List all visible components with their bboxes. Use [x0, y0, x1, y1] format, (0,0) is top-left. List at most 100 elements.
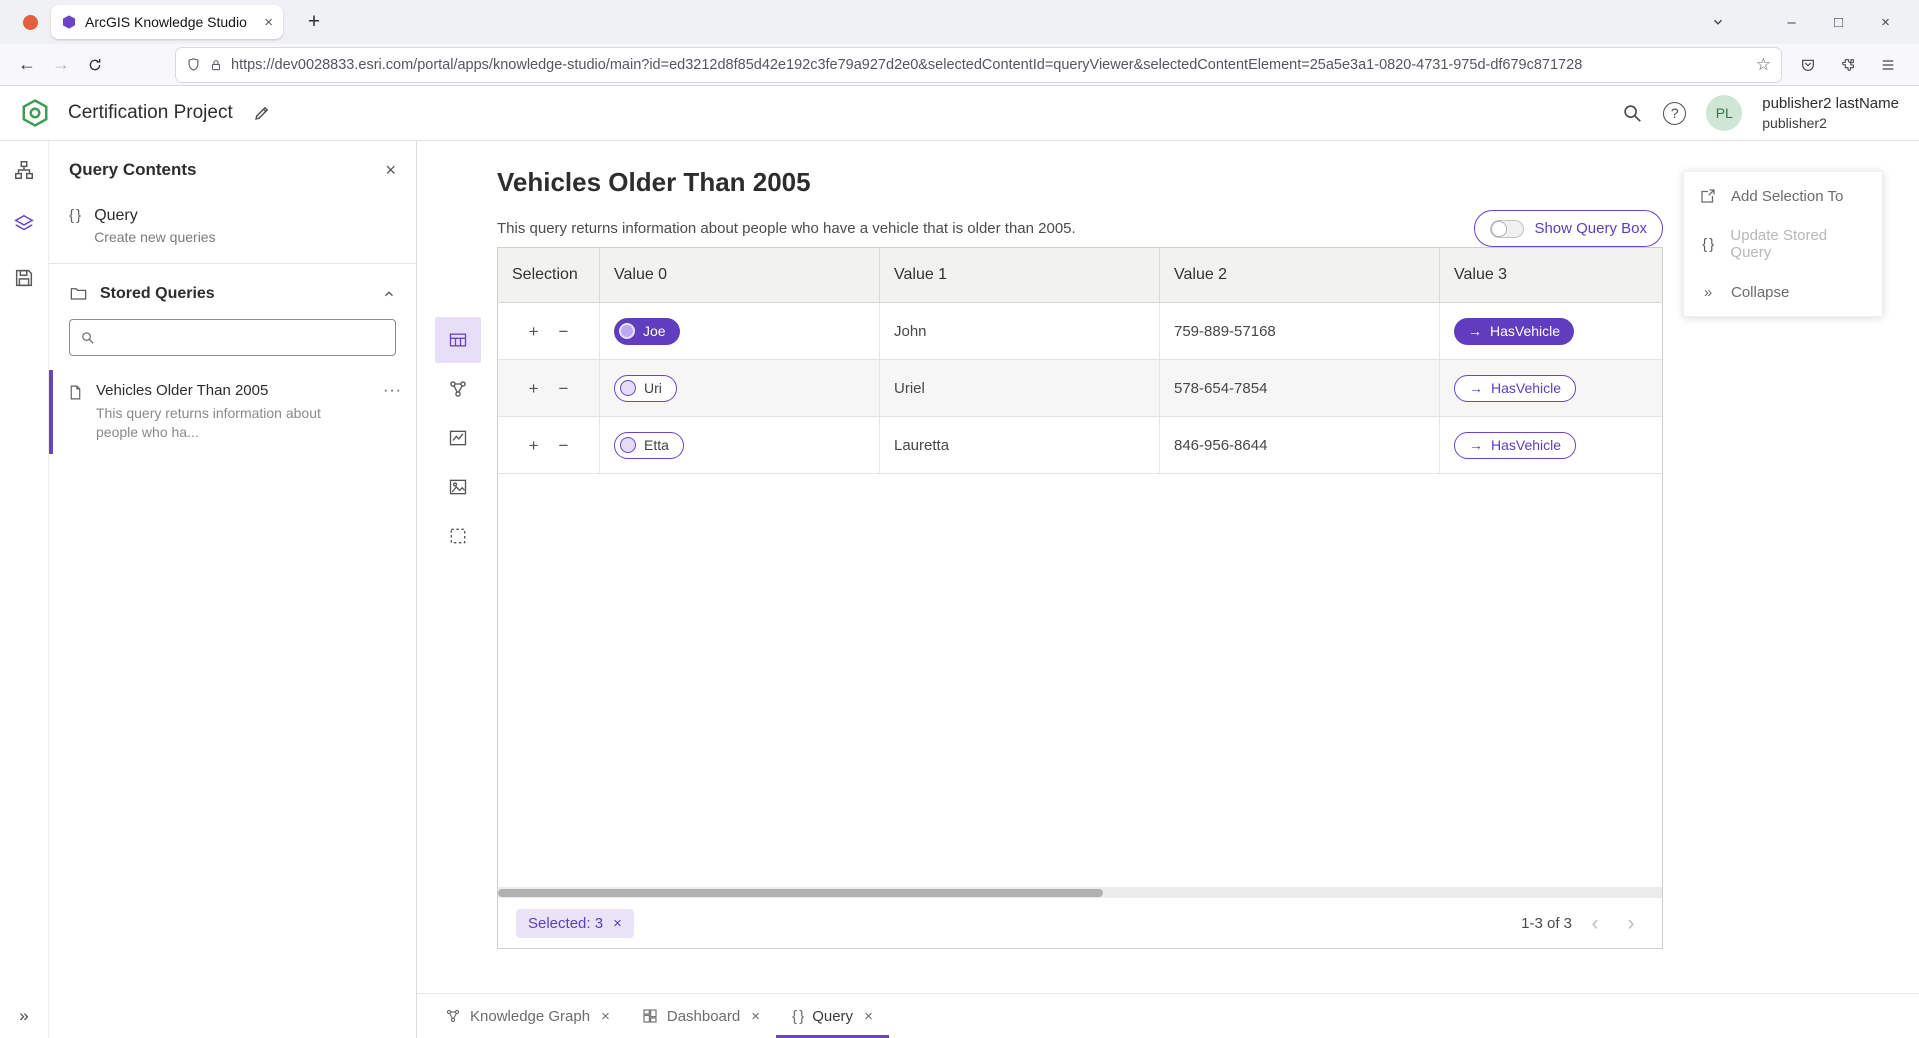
new-tab-button[interactable]: +: [299, 10, 329, 34]
tab-favicon-icon: [61, 14, 77, 30]
relationship-label: HasVehicle: [1491, 437, 1561, 453]
avatar[interactable]: PL: [1706, 95, 1742, 131]
panel-title: Query Contents: [69, 160, 385, 180]
firefox-view-icon[interactable]: [23, 15, 38, 30]
tab-knowledge-graph[interactable]: Knowledge Graph ×: [429, 994, 626, 1038]
add-selection-icon[interactable]: +: [529, 437, 539, 454]
braces-icon: { }: [1698, 236, 1717, 253]
entity-pill[interactable]: Uri: [614, 375, 677, 402]
column-header[interactable]: Value 3: [1440, 248, 1662, 302]
link-chart-icon[interactable]: [435, 366, 481, 412]
browser-tab-active[interactable]: ArcGIS Knowledge Studio ×: [51, 5, 283, 39]
extensions-icon[interactable]: [1831, 48, 1865, 82]
chevron-up-icon[interactable]: [382, 287, 396, 301]
new-query-text: Query Create new queries: [94, 207, 215, 245]
entity-pill[interactable]: Etta: [614, 432, 684, 459]
more-options-icon[interactable]: ···: [383, 382, 402, 400]
arrow-right-icon: →: [1468, 323, 1482, 339]
edit-title-button[interactable]: [253, 104, 271, 122]
tab-close-icon[interactable]: ×: [751, 1008, 760, 1025]
relationship-label: HasVehicle: [1491, 380, 1561, 396]
scrollbar-thumb[interactable]: [498, 889, 1103, 897]
tab-dashboard[interactable]: Dashboard ×: [626, 994, 776, 1038]
next-page-icon[interactable]: ›: [1618, 913, 1644, 934]
tab-close-icon[interactable]: ×: [864, 1008, 873, 1025]
relationship-pill[interactable]: →HasVehicle: [1454, 318, 1574, 345]
stored-queries-header[interactable]: Stored Queries: [49, 264, 416, 313]
previous-page-icon[interactable]: ‹: [1582, 913, 1608, 934]
value-cell: Lauretta: [880, 417, 1160, 473]
show-query-box-toggle[interactable]: Show Query Box: [1474, 210, 1663, 247]
chart-view-icon[interactable]: [435, 415, 481, 461]
remove-selection-icon[interactable]: −: [559, 323, 569, 340]
forward-button[interactable]: →: [44, 48, 78, 82]
data-model-icon[interactable]: [9, 155, 39, 185]
horizontal-scrollbar[interactable]: [498, 887, 1662, 898]
save-icon[interactable]: [9, 263, 39, 293]
tab-close-icon[interactable]: ×: [264, 14, 273, 31]
bookmark-star-icon[interactable]: ☆: [1756, 55, 1771, 75]
menu-item-collapse[interactable]: » Collapse: [1684, 268, 1882, 316]
value-cell: John: [880, 303, 1160, 359]
user-block[interactable]: publisher2 lastName publisher2: [1762, 94, 1899, 132]
column-header[interactable]: Value 1: [880, 248, 1160, 302]
column-header[interactable]: Selection: [498, 248, 600, 302]
relationship-pill[interactable]: → HasVehicle: [1454, 432, 1576, 459]
entity-pill[interactable]: Joe: [614, 318, 680, 345]
minimize-button[interactable]: –: [1768, 0, 1815, 44]
remove-selection-icon[interactable]: −: [559, 380, 569, 397]
column-header[interactable]: Value 0: [600, 248, 880, 302]
menu-item-label: Add Selection To: [1731, 188, 1843, 205]
window-close-button[interactable]: ×: [1862, 0, 1909, 44]
url-text[interactable]: https://dev0028833.esri.com/portal/apps/…: [231, 57, 1748, 73]
app-menu-icon[interactable]: [1871, 48, 1905, 82]
relationship-pill[interactable]: →HasVehicle: [1454, 375, 1576, 402]
back-button[interactable]: ←: [10, 48, 44, 82]
selected-count-chip[interactable]: Selected: 3 ×: [516, 909, 634, 938]
table-view-icon[interactable]: [435, 317, 481, 363]
tab-query[interactable]: { } Query ×: [776, 994, 889, 1038]
refresh-button[interactable]: [78, 48, 112, 82]
show-query-box-label: Show Query Box: [1534, 220, 1647, 237]
new-query-item[interactable]: { } Query Create new queries: [49, 199, 416, 264]
table-row: + − Joe John 759-889-57168 →HasVehicle: [498, 303, 1662, 360]
layers-icon[interactable]: [9, 209, 39, 239]
menu-item-add-selection-to[interactable]: Add Selection To: [1684, 172, 1882, 220]
add-selection-to-icon: [1698, 187, 1718, 205]
dashboard-icon: [642, 1008, 658, 1024]
expand-rail-icon[interactable]: »: [19, 1006, 28, 1026]
menu-item-update-stored-query[interactable]: { } Update Stored Query: [1684, 220, 1882, 268]
tracking-protection-shield-icon[interactable]: [186, 57, 201, 72]
column-header[interactable]: Value 2: [1160, 248, 1440, 302]
selected-count-label: Selected: 3: [528, 915, 603, 932]
arrow-right-icon: →: [1469, 437, 1483, 453]
add-selection-icon[interactable]: +: [529, 380, 539, 397]
tab-label: Dashboard: [667, 1008, 740, 1025]
maximize-button[interactable]: □: [1815, 0, 1862, 44]
select-marquee-icon[interactable]: [435, 513, 481, 559]
braces-icon: { }: [792, 1008, 803, 1025]
entity-label: Etta: [644, 437, 669, 453]
url-bar[interactable]: https://dev0028833.esri.com/portal/apps/…: [176, 48, 1781, 82]
viewer-toolbar: [417, 247, 497, 993]
help-icon[interactable]: ?: [1663, 102, 1686, 125]
stored-query-item[interactable]: Vehicles Older Than 2005 This query retu…: [49, 370, 416, 454]
toggle-switch[interactable]: [1490, 220, 1524, 238]
search-icon[interactable]: [1621, 102, 1643, 124]
search-input[interactable]: [103, 329, 385, 346]
ssl-lock-icon[interactable]: [209, 58, 223, 72]
panel-close-icon[interactable]: ×: [385, 160, 396, 181]
map-view-icon[interactable]: [435, 464, 481, 510]
entity-label: Joe: [643, 323, 666, 339]
entity-label: Uri: [644, 380, 662, 396]
pocket-icon[interactable]: [1791, 48, 1825, 82]
app-body: » Query Contents × { } Query Create new …: [0, 141, 1919, 1038]
remove-selection-icon[interactable]: −: [559, 437, 569, 454]
add-selection-icon[interactable]: +: [529, 323, 539, 340]
clear-selection-icon[interactable]: ×: [613, 915, 622, 932]
stored-queries-search[interactable]: [69, 319, 396, 356]
tab-close-icon[interactable]: ×: [601, 1008, 610, 1025]
selection-cell: + −: [498, 303, 600, 359]
results-table: Selection Value 0 Value 1 Value 2 Value …: [497, 247, 1663, 949]
tab-list-button[interactable]: [1698, 0, 1738, 44]
